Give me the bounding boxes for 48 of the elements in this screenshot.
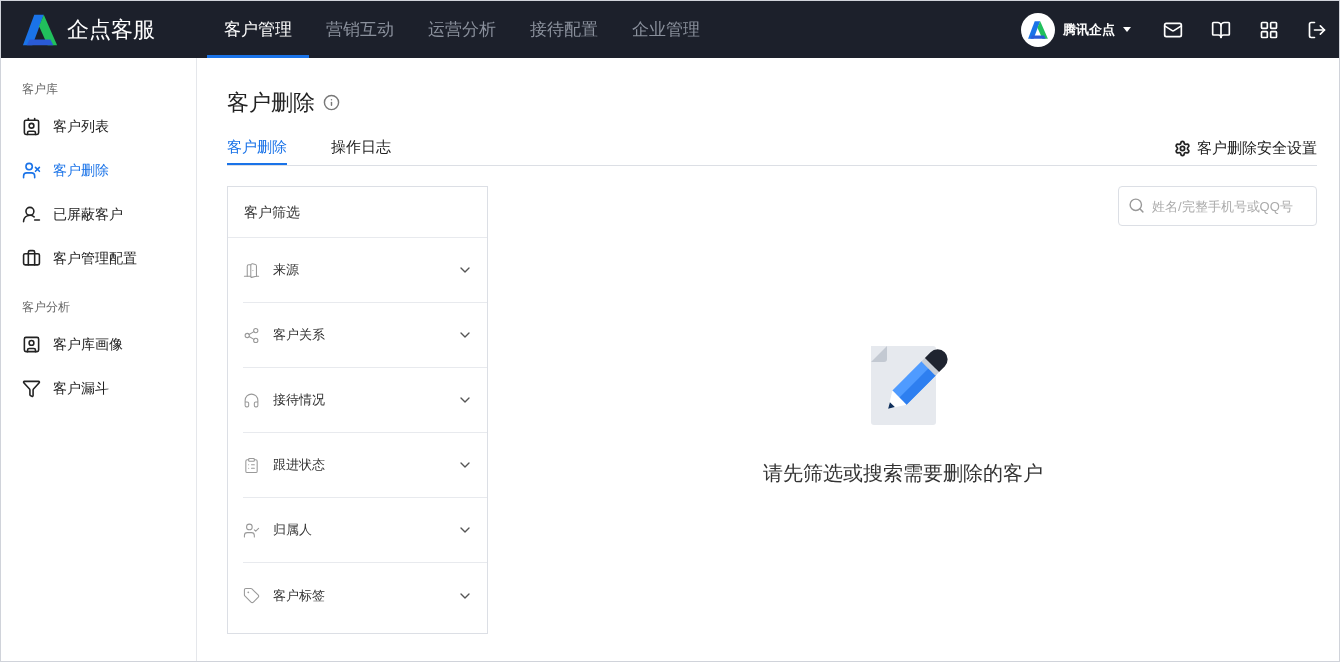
sidebar-item[interactable]: 客户删除 xyxy=(1,148,196,192)
contact-list-icon xyxy=(22,116,41,136)
caret-icon xyxy=(1123,27,1131,32)
funnel-icon xyxy=(22,378,41,398)
nav-tab[interactable]: 客户管理 xyxy=(207,1,309,58)
filter-item[interactable]: 来源 xyxy=(243,238,487,302)
empty-message: 请先筛选或搜索需要删除的客户 xyxy=(762,461,1043,486)
headset-icon xyxy=(243,391,260,409)
brand-name: 企点客服 xyxy=(67,16,155,44)
sidebar-heading: 客户分析 xyxy=(21,299,71,316)
user-block-icon xyxy=(22,204,41,224)
sidebar-item[interactable]: 已屏蔽客户 xyxy=(1,192,196,236)
portrait-icon xyxy=(22,334,41,354)
search-field[interactable]: 姓名/完整手机号或QQ号 xyxy=(1118,186,1317,226)
sidebar-item[interactable]: 客户列表 xyxy=(1,104,196,148)
tag-icon xyxy=(243,587,260,604)
nav-tab[interactable]: 接待配置 xyxy=(513,1,615,58)
sidebar-item[interactable]: 客户管理配置 xyxy=(1,236,196,280)
logo-icon xyxy=(1027,18,1049,41)
tab[interactable]: 客户删除 xyxy=(227,132,287,165)
logout-icon[interactable] xyxy=(1307,19,1327,40)
filter-item[interactable]: 接待情况 xyxy=(243,368,487,432)
info-icon[interactable] xyxy=(323,93,340,111)
account-menu[interactable]: 腾讯企点 xyxy=(1021,12,1131,47)
user-remove-icon xyxy=(22,160,41,180)
filter-title: 客户筛选 xyxy=(228,187,487,238)
security-settings-link[interactable]: 客户删除安全设置 xyxy=(1174,132,1317,165)
sidebar-heading: 客户库 xyxy=(21,81,59,98)
user-check-icon xyxy=(243,521,260,539)
filter-item[interactable]: 客户关系 xyxy=(243,303,487,367)
clipboard-icon xyxy=(243,456,260,474)
sidebar-item[interactable]: 客户漏斗 xyxy=(1,366,196,410)
nodes-icon xyxy=(243,326,260,344)
search-icon xyxy=(1128,197,1145,214)
door-icon xyxy=(243,261,260,279)
nav-tab[interactable]: 运营分析 xyxy=(411,1,513,58)
tab[interactable]: 操作日志 xyxy=(331,132,391,165)
briefcase-icon xyxy=(22,248,41,268)
filter-item[interactable]: 跟进状态 xyxy=(243,433,487,497)
settings-icon xyxy=(1174,140,1191,157)
page-title: 客户删除 xyxy=(227,88,315,117)
nav-tab[interactable]: 企业管理 xyxy=(615,1,717,58)
filter-item[interactable]: 客户标签 xyxy=(243,563,487,628)
nav-tab[interactable]: 营销互动 xyxy=(309,1,411,58)
book-icon[interactable] xyxy=(1211,19,1231,40)
grid-icon[interactable] xyxy=(1259,19,1279,40)
filter-item[interactable]: 归属人 xyxy=(243,498,487,562)
sidebar-item[interactable]: 客户库画像 xyxy=(1,322,196,366)
